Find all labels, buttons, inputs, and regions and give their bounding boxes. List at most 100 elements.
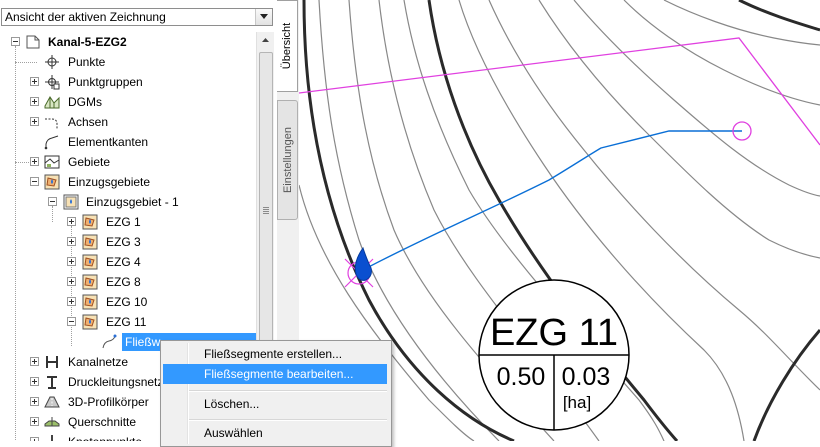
- tab-overview[interactable]: Übersicht: [277, 0, 298, 92]
- tree-label: Einzugsgebiete: [68, 175, 151, 189]
- menu-item-label: Fließsegmente bearbeiten...: [204, 367, 354, 381]
- menu-separator: [189, 390, 387, 392]
- expand-icon[interactable]: [30, 157, 39, 166]
- tree-label: Einzugsgebiet - 1: [86, 195, 179, 209]
- tree-label: Gebiete: [68, 155, 111, 169]
- menu-item-delete[interactable]: Löschen...: [163, 394, 387, 414]
- tree-root-label: Kanal-5-EZG2: [48, 35, 127, 49]
- catchment-area: 0.50: [497, 363, 546, 391]
- view-dropdown-value: Ansicht der aktiven Zeichnung: [5, 10, 166, 24]
- alignment-icon: [44, 114, 60, 130]
- catchment-boundary: [298, 37, 820, 146]
- tree-item-dgms[interactable]: DGMs: [0, 92, 256, 112]
- tree-label: Punkte: [68, 55, 106, 69]
- tree-label: DGMs: [68, 95, 102, 109]
- context-menu: Fließsegmente erstellen... Fließsegmente…: [160, 340, 392, 447]
- catchment-name: EZG 11: [490, 312, 618, 354]
- flow-path[interactable]: [362, 130, 742, 271]
- tree-label: Knotenpunkte: [68, 432, 142, 441]
- expand-icon[interactable]: [67, 217, 76, 226]
- tree-label: 3D-Profilkörper: [68, 395, 149, 409]
- contour-line: [573, 0, 820, 197]
- expand-icon[interactable]: [67, 277, 76, 286]
- tree-item-einzugsgebiete[interactable]: Einzugsgebiete: [0, 172, 256, 192]
- chevron-down-icon[interactable]: [255, 9, 272, 25]
- expand-icon[interactable]: [67, 257, 76, 266]
- intersection-icon: [44, 434, 60, 441]
- catchment-icon: [44, 174, 60, 190]
- menu-item-create-segments[interactable]: Fließsegmente erstellen...: [163, 344, 387, 364]
- area-unit: [ha]: [563, 393, 591, 412]
- corridor-icon: [44, 394, 60, 410]
- tree-item-punkte[interactable]: Punkte: [0, 52, 256, 72]
- tree-label: Punktgruppen: [68, 75, 143, 89]
- menu-item-label: Löschen...: [204, 397, 260, 411]
- collapse-icon[interactable]: [67, 317, 76, 326]
- tree-label: Kanalnetze: [68, 355, 129, 369]
- tree-label: Querschnitte: [68, 415, 137, 429]
- tree-item-ezg3[interactable]: EZG 3: [0, 232, 256, 252]
- tree-item-gebiete[interactable]: Gebiete: [0, 152, 256, 172]
- expand-icon[interactable]: [30, 437, 39, 441]
- tree-label: EZG 8: [106, 275, 141, 289]
- catchment-icon: [82, 214, 98, 230]
- flow-path-icon: [101, 334, 117, 350]
- tree-item-ezg8[interactable]: EZG 8: [0, 272, 256, 292]
- catchment-label[interactable]: EZG 11 0.50 0.03 [ha]: [478, 279, 630, 431]
- point-group-icon: [44, 74, 60, 90]
- major-contour-line: [752, 329, 820, 442]
- scroll-up-arrow-icon[interactable]: [257, 32, 274, 49]
- catchment-icon: [82, 274, 98, 290]
- collapse-icon[interactable]: [11, 37, 20, 46]
- expand-icon[interactable]: [30, 97, 39, 106]
- feature-line-icon: [44, 134, 60, 150]
- catchment-icon: [82, 234, 98, 250]
- tree-label: Achsen: [68, 115, 109, 129]
- tab-settings-label: Einstellungen: [281, 126, 294, 194]
- menu-item-label: Fließsegmente erstellen...: [204, 347, 343, 361]
- expand-icon[interactable]: [30, 397, 39, 406]
- tree-item-ezg1[interactable]: EZG 1: [0, 212, 256, 232]
- tree-item-elementkanten[interactable]: Elementkanten: [0, 132, 256, 152]
- scroll-thumb[interactable]: [259, 52, 273, 374]
- drawing-icon: [25, 34, 41, 50]
- expand-icon[interactable]: [30, 377, 39, 386]
- menu-separator: [189, 419, 387, 421]
- tree-label: EZG 1: [106, 215, 141, 229]
- menu-item-select[interactable]: Auswählen: [163, 423, 387, 443]
- tree-item-einzugsgebiet-1[interactable]: Einzugsgebiet - 1: [0, 192, 256, 212]
- tree-item-ezg10[interactable]: EZG 10: [0, 292, 256, 312]
- tree-item-ezg4[interactable]: EZG 4: [0, 252, 256, 272]
- tree-label: Elementkanten: [68, 135, 149, 149]
- catchment-coefficient: 0.03: [562, 363, 611, 391]
- menu-item-edit-segments[interactable]: Fließsegmente bearbeiten...: [163, 364, 387, 384]
- pressure-network-icon: [44, 374, 60, 390]
- pipe-network-icon: [44, 354, 60, 370]
- tree-label: EZG 10: [106, 295, 148, 309]
- tree-item-ezg11[interactable]: EZG 11: [0, 312, 256, 332]
- collapse-icon[interactable]: [30, 177, 39, 186]
- major-contour-line: [738, 0, 820, 32]
- expand-icon[interactable]: [30, 357, 39, 366]
- expand-icon[interactable]: [67, 297, 76, 306]
- catchment-group-icon: [63, 194, 79, 210]
- surface-icon: [44, 94, 60, 110]
- contour-line: [623, 0, 820, 106]
- tree-item-punktgruppen[interactable]: Punktgruppen: [0, 72, 256, 92]
- assembly-icon: [44, 414, 60, 430]
- catchment-icon: [82, 294, 98, 310]
- tab-settings[interactable]: Einstellungen: [277, 100, 298, 220]
- expand-icon[interactable]: [30, 77, 39, 86]
- expand-icon[interactable]: [67, 237, 76, 246]
- view-dropdown[interactable]: Ansicht der aktiven Zeichnung: [1, 8, 273, 26]
- expand-icon[interactable]: [30, 117, 39, 126]
- site-icon: [44, 154, 60, 170]
- tree-label: EZG 4: [106, 255, 141, 269]
- point-icon: [44, 54, 60, 70]
- tab-overview-label: Übersicht: [281, 22, 293, 70]
- collapse-icon[interactable]: [48, 197, 57, 206]
- tree-item-achsen[interactable]: Achsen: [0, 112, 256, 132]
- expand-icon[interactable]: [30, 417, 39, 426]
- tree-item-root[interactable]: Kanal-5-EZG2: [0, 32, 256, 52]
- tree-label: EZG 11: [106, 315, 147, 329]
